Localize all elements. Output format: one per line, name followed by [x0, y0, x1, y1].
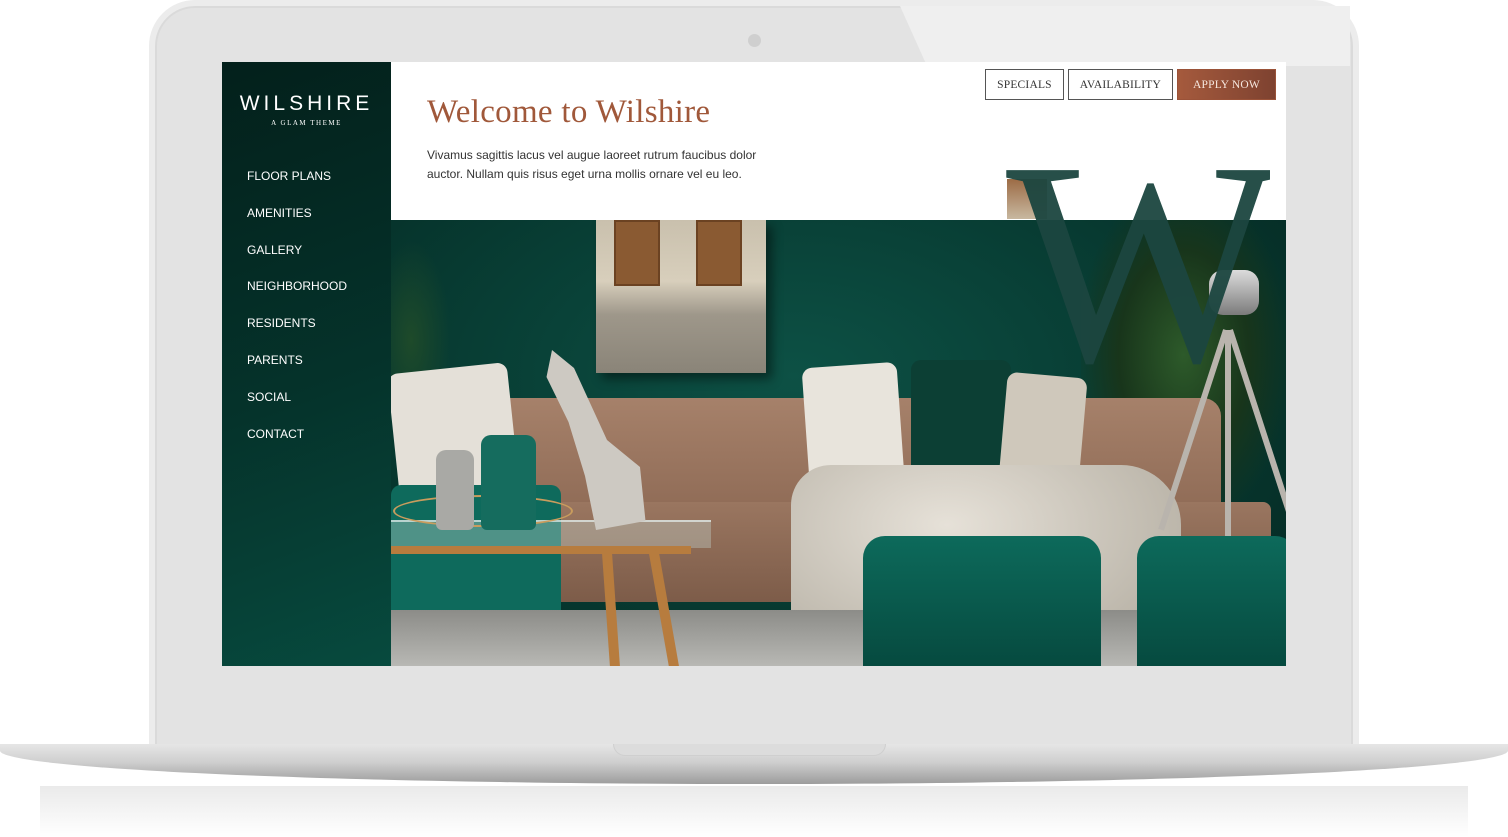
- nav-item-floor-plans[interactable]: FLOOR PLANS: [247, 167, 347, 204]
- sidebar: WILSHIRE A GLAM THEME FLOOR PLANS AMENIT…: [222, 62, 391, 666]
- header-actions: SPECIALS AVAILABILITY APPLY NOW: [985, 69, 1276, 100]
- hero-ottoman: [863, 536, 1101, 666]
- nav-item-gallery[interactable]: GALLERY: [247, 241, 347, 278]
- apply-now-button[interactable]: APPLY NOW: [1177, 69, 1276, 100]
- webcam-icon: [748, 34, 761, 47]
- hero-bottle: [436, 450, 474, 530]
- hero-table-rail: [391, 546, 691, 554]
- nav-item-amenities[interactable]: AMENITIES: [247, 204, 347, 241]
- lid-glare: [900, 6, 1350, 66]
- hero-ottoman: [1137, 536, 1286, 666]
- hero-bottle: [481, 435, 536, 530]
- intro-text: Vivamus sagittis lacus vel augue laoreet…: [427, 148, 757, 181]
- laptop-notch: [613, 744, 886, 756]
- painting-door: [696, 220, 742, 286]
- nav-item-parents[interactable]: PARENTS: [247, 351, 347, 388]
- painting-door: [614, 220, 660, 286]
- hero-tripod-lamp: [1158, 270, 1286, 540]
- site-logo[interactable]: WILSHIRE A GLAM THEME: [222, 92, 391, 127]
- main-nav: FLOOR PLANS AMENITIES GALLERY NEIGHBORHO…: [247, 167, 347, 461]
- tripod-leg: [1225, 330, 1231, 540]
- hero-painting: [596, 220, 766, 373]
- lamp-head: [1209, 270, 1259, 315]
- nav-item-neighborhood[interactable]: NEIGHBORHOOD: [247, 277, 347, 314]
- nav-item-residents[interactable]: RESIDENTS: [247, 314, 347, 351]
- page-title: Welcome to Wilshire: [427, 94, 711, 130]
- logo-title: WILSHIRE: [239, 92, 374, 115]
- hero-image: [391, 220, 1286, 666]
- nav-item-contact[interactable]: CONTACT: [247, 425, 347, 462]
- monogram-photo-fill: [1007, 179, 1047, 219]
- specials-button[interactable]: SPECIALS: [985, 69, 1064, 100]
- page-header: Welcome to Wilshire Vivamus sagittis lac…: [391, 62, 1286, 220]
- nav-item-social[interactable]: SOCIAL: [247, 388, 347, 425]
- laptop-reflection: [40, 786, 1468, 837]
- availability-button[interactable]: AVAILABILITY: [1067, 69, 1173, 100]
- logo-tagline: A GLAM THEME: [271, 119, 342, 127]
- website-screen: WILSHIRE A GLAM THEME FLOOR PLANS AMENIT…: [222, 62, 1286, 666]
